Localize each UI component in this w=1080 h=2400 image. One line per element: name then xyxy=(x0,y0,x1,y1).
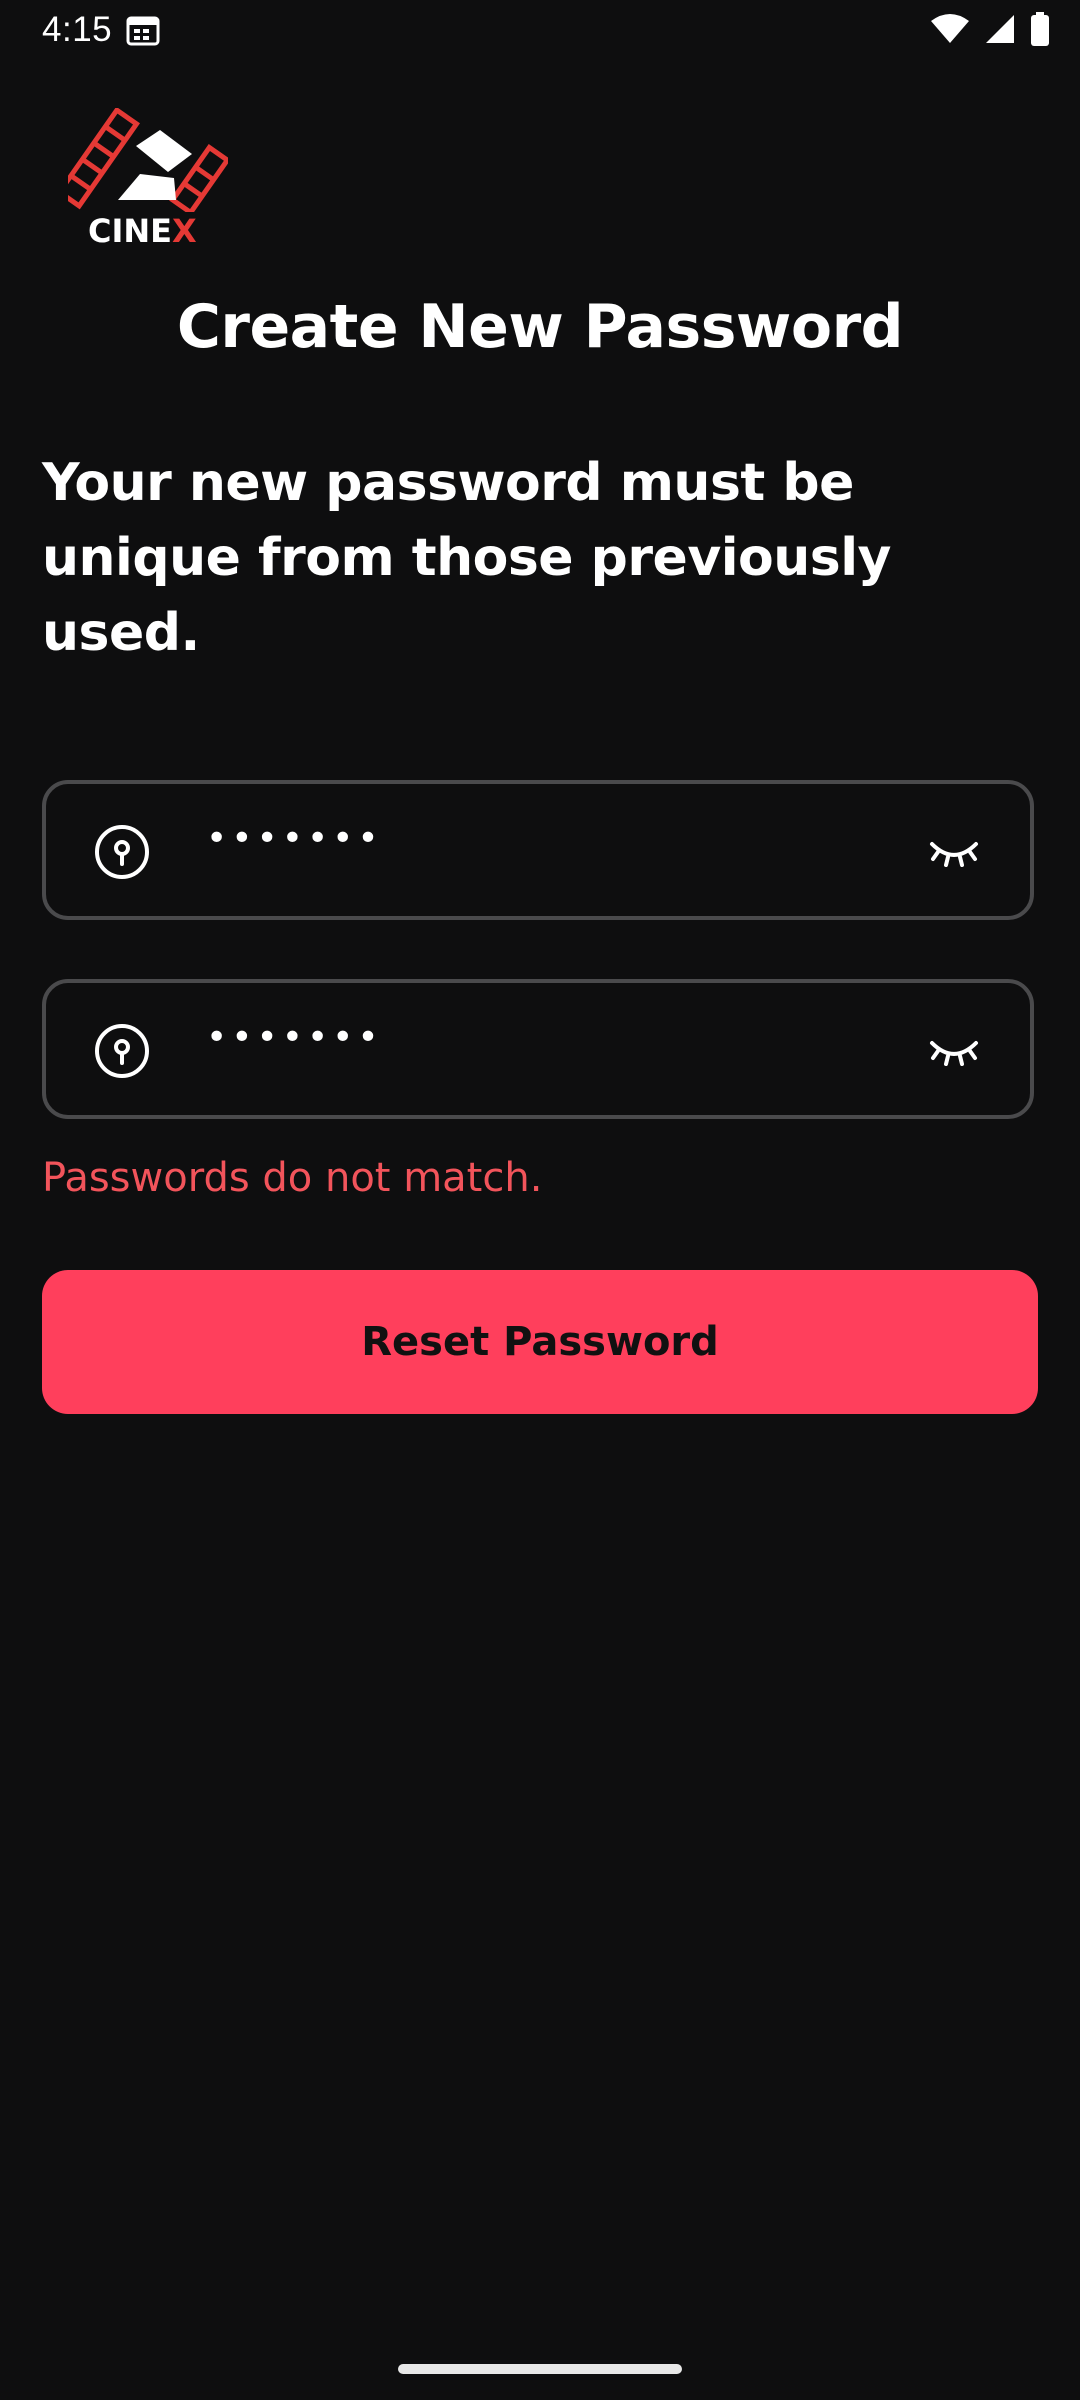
home-indicator[interactable] xyxy=(398,2364,682,2374)
page-title: Create New Password xyxy=(176,292,904,362)
logo-text-main: CINE xyxy=(88,212,173,250)
status-time: 4:15 xyxy=(42,10,113,49)
battery-icon xyxy=(1031,12,1049,46)
eye-closed-icon[interactable] xyxy=(928,1031,980,1071)
confirm-password-field[interactable]: ••••••• xyxy=(42,979,1034,1119)
calendar-icon xyxy=(126,16,160,46)
logo-wordmark: CINEX xyxy=(88,212,197,250)
cinex-logo: CINEX xyxy=(56,106,231,250)
new-password-value: ••••••• xyxy=(206,818,383,859)
page-subtitle: Your new password must be unique from th… xyxy=(42,453,891,663)
confirm-password-value: ••••••• xyxy=(206,1017,383,1058)
key-icon xyxy=(95,825,149,879)
film-logo-icon xyxy=(56,106,231,217)
cellular-signal-icon xyxy=(986,15,1014,43)
new-password-field[interactable]: ••••••• xyxy=(42,780,1034,920)
wifi-icon xyxy=(931,14,969,43)
status-bar: 4:15 xyxy=(0,0,1080,62)
logo-text-accent: X xyxy=(172,212,197,250)
eye-closed-icon[interactable] xyxy=(928,832,980,872)
password-mismatch-error: Passwords do not match. xyxy=(42,1155,543,1201)
reset-password-button[interactable]: Reset Password xyxy=(42,1270,1038,1414)
key-icon xyxy=(95,1024,149,1078)
status-icons xyxy=(930,12,1050,46)
